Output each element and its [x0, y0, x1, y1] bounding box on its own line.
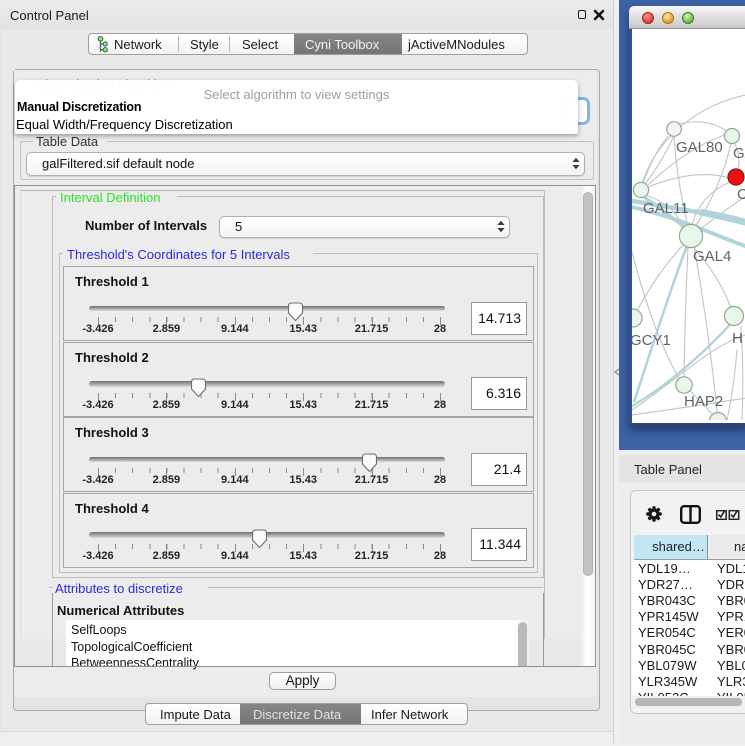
- svg-text:GCY1: GCY1: [632, 332, 671, 349]
- svg-text:HAP2: HAP2: [684, 393, 723, 410]
- svg-text:GA: GA: [733, 145, 745, 162]
- svg-text:GAL80: GAL80: [676, 139, 723, 156]
- svg-text:GAL4: GAL4: [693, 248, 731, 265]
- svg-text:H: H: [732, 330, 743, 347]
- svg-text:GAL11: GAL11: [643, 200, 689, 217]
- svg-text:CD: CD: [737, 186, 745, 203]
